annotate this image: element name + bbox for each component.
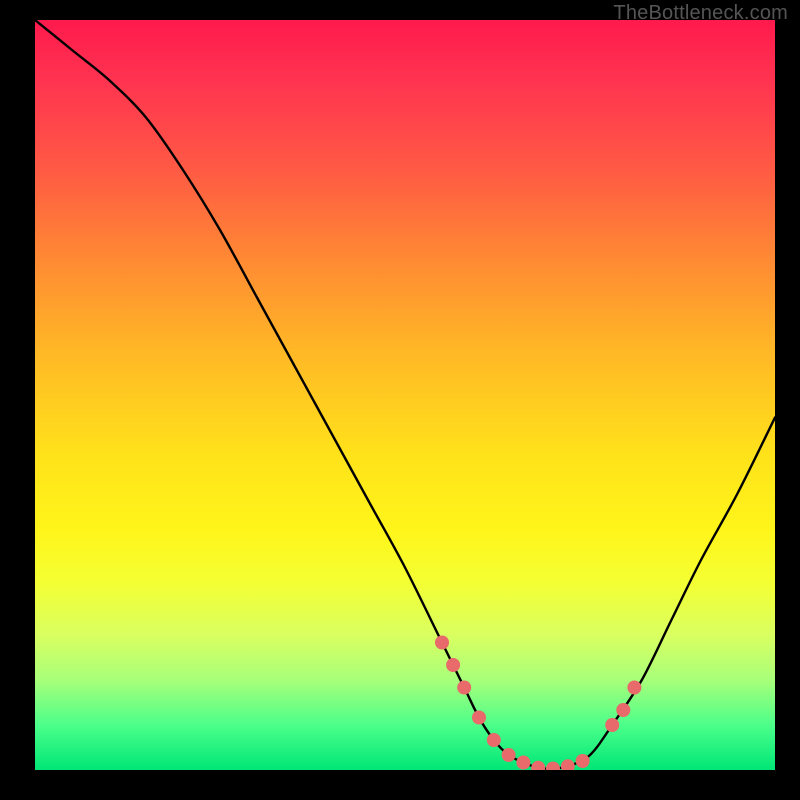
curve-layer [35,20,775,770]
marker-dot [605,718,619,732]
marker-dot [516,756,530,770]
marker-dot [435,636,449,650]
marker-dot [561,759,575,770]
marker-dot [502,748,516,762]
marker-dot [576,754,590,768]
marker-dot [616,703,630,717]
marker-dot [457,681,471,695]
plot-area [35,20,775,770]
highlight-markers [435,636,641,771]
marker-dot [546,762,560,771]
marker-dot [487,733,501,747]
chart-frame: TheBottleneck.com [0,0,800,800]
marker-dot [472,711,486,725]
marker-dot [531,761,545,770]
marker-dot [446,658,460,672]
marker-dot [627,681,641,695]
bottleneck-curve [35,20,775,769]
